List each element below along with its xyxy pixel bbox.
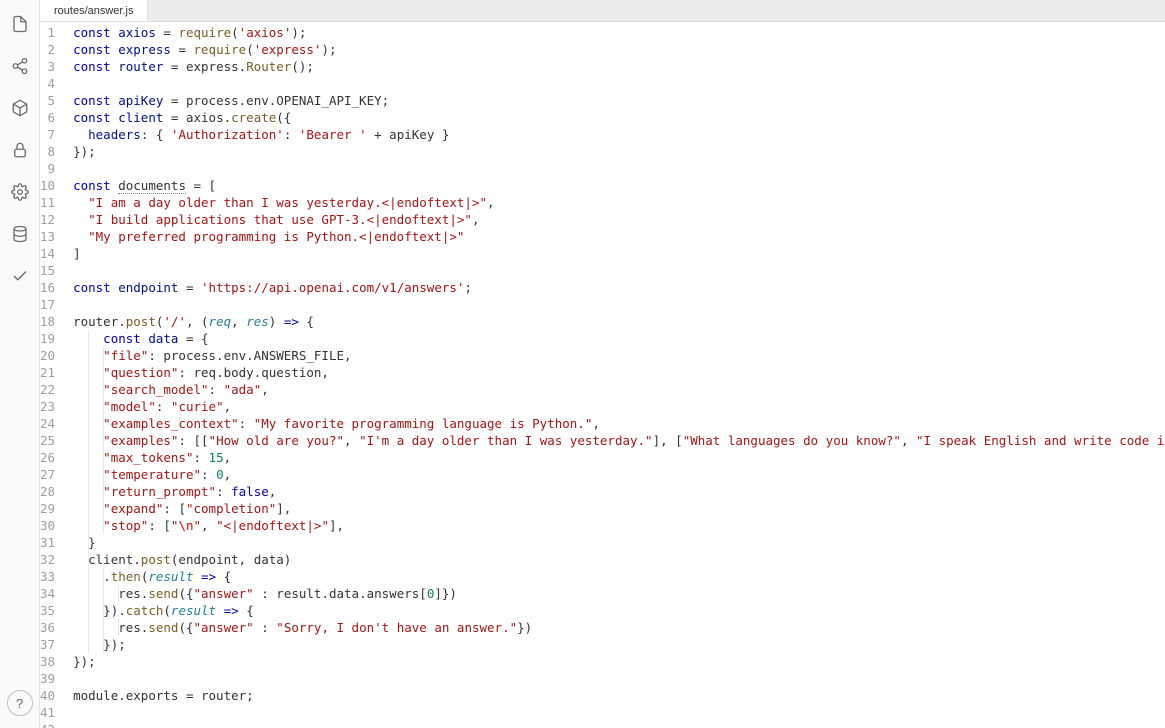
line-number: 16 (40, 279, 55, 296)
file-icon[interactable] (8, 12, 32, 36)
line-number: 31 (40, 534, 55, 551)
line-number: 22 (40, 381, 55, 398)
code-line[interactable]: "return_prompt": false, (73, 483, 1165, 500)
line-number: 18 (40, 313, 55, 330)
code-line[interactable]: ] (73, 245, 1165, 262)
line-number: 26 (40, 449, 55, 466)
line-number: 29 (40, 500, 55, 517)
line-number: 11 (40, 194, 55, 211)
editor-body[interactable]: 1234567891011121314151617181920212223242… (40, 22, 1165, 728)
line-number: 14 (40, 245, 55, 262)
line-number: 36 (40, 619, 55, 636)
line-number: 34 (40, 585, 55, 602)
code-line[interactable]: const data = { (73, 330, 1165, 347)
code-line[interactable]: router.post('/', (req, res) => { (73, 313, 1165, 330)
code-line[interactable]: "max_tokens": 15, (73, 449, 1165, 466)
code-line[interactable]: .then(result => { (73, 568, 1165, 585)
code-line[interactable]: "model": "curie", (73, 398, 1165, 415)
code-line[interactable] (73, 721, 1165, 728)
code-line[interactable]: "file": process.env.ANSWERS_FILE, (73, 347, 1165, 364)
code-line[interactable]: "temperature": 0, (73, 466, 1165, 483)
code-content[interactable]: const axios = require('axios');const exp… (73, 22, 1165, 728)
code-line[interactable]: "I build applications that use GPT-3.<|e… (73, 211, 1165, 228)
code-line[interactable]: res.send({"answer" : "Sorry, I don't hav… (73, 619, 1165, 636)
code-line[interactable]: client.post(endpoint, data) (73, 551, 1165, 568)
gear-icon[interactable] (8, 180, 32, 204)
line-number: 37 (40, 636, 55, 653)
code-line[interactable]: "examples_context": "My favorite program… (73, 415, 1165, 432)
line-number: 10 (40, 177, 55, 194)
code-line[interactable]: }); (73, 143, 1165, 160)
code-line[interactable]: const express = require('express'); (73, 41, 1165, 58)
code-line[interactable]: res.send({"answer" : result.data.answers… (73, 585, 1165, 602)
line-number: 1 (40, 24, 55, 41)
database-icon[interactable] (8, 222, 32, 246)
tab-active[interactable]: routes/answer.js (40, 0, 148, 21)
code-line[interactable]: const documents = [ (73, 177, 1165, 194)
line-number-gutter: 1234567891011121314151617181920212223242… (40, 22, 73, 728)
code-line[interactable]: }).catch(result => { (73, 602, 1165, 619)
line-number: 27 (40, 466, 55, 483)
line-number: 23 (40, 398, 55, 415)
line-number: 9 (40, 160, 55, 177)
code-line[interactable] (73, 262, 1165, 279)
code-line[interactable]: }); (73, 636, 1165, 653)
line-number: 28 (40, 483, 55, 500)
line-number: 35 (40, 602, 55, 619)
line-number: 39 (40, 670, 55, 687)
code-line[interactable]: } (73, 534, 1165, 551)
code-line[interactable] (73, 75, 1165, 92)
line-number: 42 (40, 721, 55, 728)
line-number: 8 (40, 143, 55, 160)
code-line[interactable]: const router = express.Router(); (73, 58, 1165, 75)
line-number: 33 (40, 568, 55, 585)
activity-bar: ? (0, 0, 40, 728)
line-number: 38 (40, 653, 55, 670)
line-number: 19 (40, 330, 55, 347)
line-number: 6 (40, 109, 55, 126)
cube-icon[interactable] (8, 96, 32, 120)
line-number: 12 (40, 211, 55, 228)
code-line[interactable]: "search_model": "ada", (73, 381, 1165, 398)
code-line[interactable] (73, 296, 1165, 313)
line-number: 17 (40, 296, 55, 313)
code-line[interactable]: headers: { 'Authorization': 'Bearer ' + … (73, 126, 1165, 143)
line-number: 24 (40, 415, 55, 432)
code-line[interactable]: "My preferred programming is Python.<|en… (73, 228, 1165, 245)
code-line[interactable]: "examples": [["How old are you?", "I'm a… (73, 432, 1165, 449)
line-number: 7 (40, 126, 55, 143)
line-number: 5 (40, 92, 55, 109)
line-number: 40 (40, 687, 55, 704)
tab-bar: routes/answer.js (40, 0, 1165, 22)
editor-area: routes/answer.js 12345678910111213141516… (40, 0, 1165, 728)
code-line[interactable]: module.exports = router; (73, 687, 1165, 704)
line-number: 21 (40, 364, 55, 381)
line-number: 3 (40, 58, 55, 75)
code-line[interactable]: "expand": ["completion"], (73, 500, 1165, 517)
code-line[interactable]: }); (73, 653, 1165, 670)
line-number: 32 (40, 551, 55, 568)
code-line[interactable]: "question": req.body.question, (73, 364, 1165, 381)
lock-icon[interactable] (8, 138, 32, 162)
code-line[interactable]: const apiKey = process.env.OPENAI_API_KE… (73, 92, 1165, 109)
code-line[interactable]: const axios = require('axios'); (73, 24, 1165, 41)
line-number: 13 (40, 228, 55, 245)
line-number: 41 (40, 704, 55, 721)
code-line[interactable] (73, 704, 1165, 721)
share-icon[interactable] (8, 54, 32, 78)
line-number: 30 (40, 517, 55, 534)
code-line[interactable]: const client = axios.create({ (73, 109, 1165, 126)
line-number: 4 (40, 75, 55, 92)
line-number: 25 (40, 432, 55, 449)
code-line[interactable]: const endpoint = 'https://api.openai.com… (73, 279, 1165, 296)
check-icon[interactable] (8, 264, 32, 288)
line-number: 20 (40, 347, 55, 364)
help-button[interactable]: ? (7, 690, 33, 716)
code-line[interactable]: "stop": ["\n", "<|endoftext|>"], (73, 517, 1165, 534)
line-number: 15 (40, 262, 55, 279)
line-number: 2 (40, 41, 55, 58)
code-line[interactable]: "I am a day older than I was yesterday.<… (73, 194, 1165, 211)
code-line[interactable] (73, 160, 1165, 177)
code-line[interactable] (73, 670, 1165, 687)
